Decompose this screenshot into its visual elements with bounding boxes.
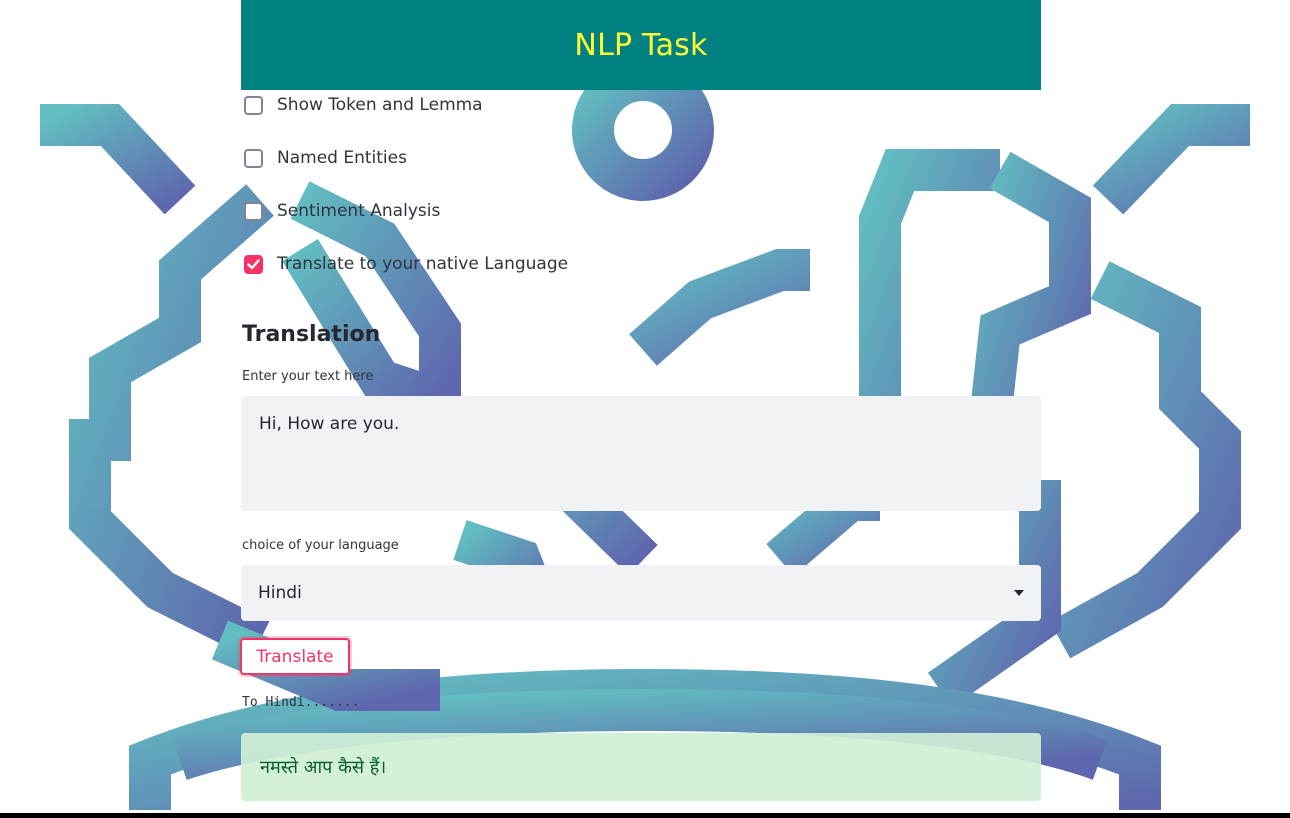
translate-button[interactable]: Translate [240,638,350,675]
app-main: NLP Task Show Token and Lemma Named Enti… [0,0,1290,818]
translation-result: नमस्ते आप कैसे हैं। [241,733,1041,801]
language-select-label: choice of your language [242,538,399,553]
checkbox-named-entities[interactable]: Named Entities [244,145,407,171]
checkbox-label: Translate to your native Language [277,254,569,274]
text-input[interactable]: Hi, How are you. [241,396,1041,511]
check-icon [247,258,260,269]
checkbox-label: Show Token and Lemma [277,95,483,115]
checkbox-icon[interactable] [244,254,263,274]
checkbox-label: Named Entities [277,148,407,168]
input-label: Enter your text here [242,369,374,384]
bottom-divider [0,813,1290,818]
app-header: NLP Task [241,0,1041,90]
page-title: NLP Task [574,27,708,63]
checkbox-icon[interactable] [244,95,263,115]
translation-heading: Translation [242,322,381,347]
status-text: To Hindi....... [242,695,360,710]
result-text: नमस्ते आप कैसे हैं। [260,757,387,778]
language-select-value: Hindi [258,583,302,603]
checkbox-label: Sentiment Analysis [277,201,441,221]
language-select[interactable]: Hindi [241,565,1041,621]
checkbox-translate[interactable]: Translate to your native Language [244,251,568,277]
checkbox-icon[interactable] [244,148,263,168]
checkbox-show-token-lemma[interactable]: Show Token and Lemma [244,92,483,118]
checkbox-sentiment-analysis[interactable]: Sentiment Analysis [244,198,440,224]
chevron-down-icon[interactable] [1014,590,1024,596]
checkbox-icon[interactable] [244,201,263,221]
